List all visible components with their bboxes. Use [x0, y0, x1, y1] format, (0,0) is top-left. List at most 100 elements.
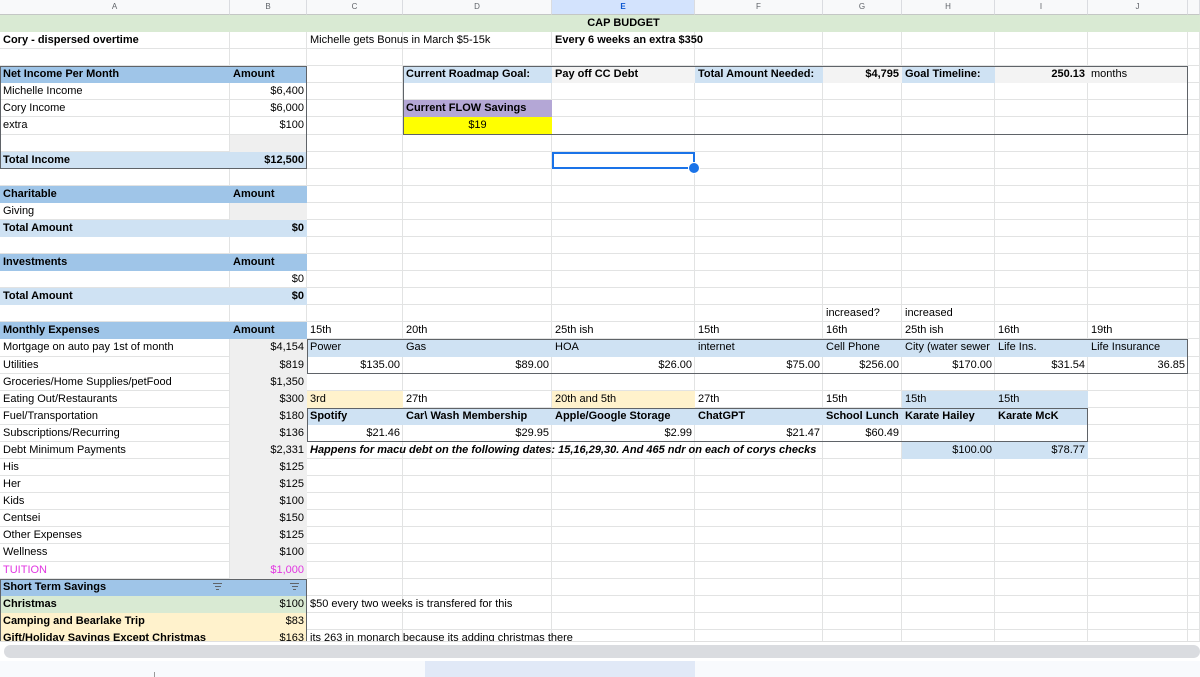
cell-e25[interactable]: $2.99: [552, 425, 695, 442]
cell-i26[interactable]: $78.77: [995, 441, 1088, 460]
cell-c2[interactable]: Michelle gets Bonus in March $5-15k: [307, 32, 490, 49]
cell-a15[interactable]: Investments: [0, 254, 230, 272]
cell-b15[interactable]: Amount: [230, 254, 307, 272]
cell-b24[interactable]: $180: [230, 407, 307, 425]
cell-b12[interactable]: [230, 202, 307, 220]
cell-i4[interactable]: 250.13: [995, 66, 1088, 84]
cell-e19[interactable]: 25th ish: [552, 322, 695, 339]
cell-i23[interactable]: 15th: [995, 390, 1088, 408]
cell-a7[interactable]: extra: [0, 117, 230, 134]
cell-e1[interactable]: CAP BUDGET: [552, 15, 695, 32]
cell-j20[interactable]: Life Insurance: [1088, 339, 1188, 357]
column-header-j[interactable]: J: [1088, 0, 1188, 15]
cell-h24[interactable]: Karate Hailey: [902, 407, 995, 425]
cell-a21[interactable]: Utilities: [0, 357, 230, 374]
cell-b5[interactable]: $6,400: [230, 83, 307, 100]
column-header-h[interactable]: H: [902, 0, 995, 15]
cell-a20[interactable]: Mortgage on auto pay 1st of month: [0, 339, 230, 356]
cell-a5[interactable]: Michelle Income: [0, 83, 230, 100]
cell-a19[interactable]: Monthly Expenses: [0, 322, 230, 340]
cell-a32[interactable]: Wellness: [0, 544, 230, 561]
fill-handle[interactable]: [688, 161, 700, 174]
cell-d21[interactable]: $89.00: [403, 357, 552, 374]
filter-icon[interactable]: [213, 582, 222, 590]
cell-b31[interactable]: $125: [230, 527, 307, 545]
cell-a28[interactable]: Her: [0, 476, 230, 493]
cell-a31[interactable]: Other Expenses: [0, 527, 230, 544]
cell-c21[interactable]: $135.00: [307, 357, 403, 374]
cell-b9[interactable]: $12,500: [230, 151, 307, 169]
cell-a23[interactable]: Eating Out/Restaurants: [0, 391, 230, 408]
cell-h21[interactable]: $170.00: [902, 357, 995, 374]
cell-e21[interactable]: $26.00: [552, 357, 695, 374]
cell-h20[interactable]: City (water sewer: [902, 339, 995, 357]
cell-i19[interactable]: 16th: [995, 322, 1088, 339]
cell-b19[interactable]: Amount: [230, 322, 307, 340]
cell-b17[interactable]: $0: [230, 288, 307, 306]
cell-j4[interactable]: months: [1088, 66, 1188, 84]
column-header-b[interactable]: B: [230, 0, 307, 15]
cell-f20[interactable]: internet: [695, 339, 823, 357]
cell-a29[interactable]: Kids: [0, 493, 230, 510]
column-header-g[interactable]: G: [823, 0, 902, 15]
cell-i20[interactable]: Life Ins.: [995, 339, 1088, 357]
column-header-e[interactable]: E: [552, 0, 695, 15]
cell-g19[interactable]: 16th: [823, 322, 902, 339]
cell-b23[interactable]: $300: [230, 390, 307, 408]
filter-icon[interactable]: [290, 582, 299, 590]
cell-b32[interactable]: $100: [230, 544, 307, 562]
cell-d20[interactable]: Gas: [403, 339, 552, 357]
cell-c35[interactable]: $50 every two weeks is transfered for th…: [307, 596, 512, 613]
cell-b33[interactable]: $1,000: [230, 561, 307, 579]
cell-b4[interactable]: Amount: [230, 66, 307, 84]
cell-d24[interactable]: Car\ Wash Membership: [403, 407, 552, 425]
cell-j21[interactable]: 36.85: [1088, 357, 1188, 374]
cell-i24[interactable]: Karate McK: [995, 407, 1088, 425]
selected-cell[interactable]: [552, 151, 700, 174]
cell-i21[interactable]: $31.54: [995, 357, 1088, 374]
cell-a26[interactable]: Debt Minimum Payments: [0, 442, 230, 459]
cell-b30[interactable]: $150: [230, 510, 307, 528]
cell-d7[interactable]: $19: [403, 117, 552, 135]
cell-e4[interactable]: Pay off CC Debt: [552, 66, 695, 84]
cell-f19[interactable]: 15th: [695, 322, 823, 339]
cell-f4[interactable]: Total Amount Needed:: [695, 66, 823, 84]
cell-h26[interactable]: $100.00: [902, 441, 995, 460]
cell-a22[interactable]: Groceries/Home Supplies/petFood: [0, 374, 230, 391]
scrollbar-thumb[interactable]: [4, 645, 1200, 658]
cell-c20[interactable]: Power: [307, 339, 403, 357]
cell-g23[interactable]: 15th: [823, 391, 902, 408]
cell-h23[interactable]: 15th: [902, 390, 995, 408]
cell-a36[interactable]: Camping and Bearlake Trip: [0, 612, 230, 630]
cell-a12[interactable]: Giving: [0, 203, 230, 220]
cell-a34[interactable]: Short Term Savings: [0, 578, 230, 596]
cell-b34[interactable]: [230, 578, 307, 596]
cell-g4[interactable]: $4,795: [823, 66, 902, 84]
cell-b11[interactable]: Amount: [230, 185, 307, 203]
cell-c19[interactable]: 15th: [307, 322, 403, 339]
cell-g24[interactable]: School Lunch: [823, 407, 902, 425]
cell-d23[interactable]: 27th: [403, 391, 552, 408]
cell-c25[interactable]: $21.46: [307, 425, 403, 442]
cell-f21[interactable]: $75.00: [695, 357, 823, 374]
cell-a27[interactable]: His: [0, 459, 230, 476]
cell-b27[interactable]: $125: [230, 459, 307, 477]
cell-a11[interactable]: Charitable: [0, 185, 230, 203]
cell-f23[interactable]: 27th: [695, 391, 823, 408]
cell-a9[interactable]: Total Income: [0, 151, 230, 169]
cell-a30[interactable]: Centsei: [0, 510, 230, 527]
cell-a33[interactable]: TUITION: [0, 562, 230, 579]
cell-b35[interactable]: $100: [230, 595, 307, 613]
cell-a37[interactable]: Gift/Holiday Savings Except Christmas: [0, 629, 230, 641]
cell-e20[interactable]: HOA: [552, 339, 695, 357]
cell-c37[interactable]: its 263 in monarch because its adding ch…: [307, 630, 573, 641]
horizontal-scrollbar[interactable]: [0, 641, 1200, 661]
cell-b25[interactable]: $136: [230, 424, 307, 442]
cell-a17[interactable]: Total Amount: [0, 288, 230, 306]
cell-a24[interactable]: Fuel/Transportation: [0, 408, 230, 425]
column-header-i[interactable]: I: [995, 0, 1088, 15]
column-header-a[interactable]: A: [0, 0, 230, 15]
cell-a2[interactable]: Cory - dispersed overtime: [0, 32, 230, 49]
cell-b26[interactable]: $2,331: [230, 441, 307, 460]
cell-g18[interactable]: increased?: [823, 305, 902, 322]
